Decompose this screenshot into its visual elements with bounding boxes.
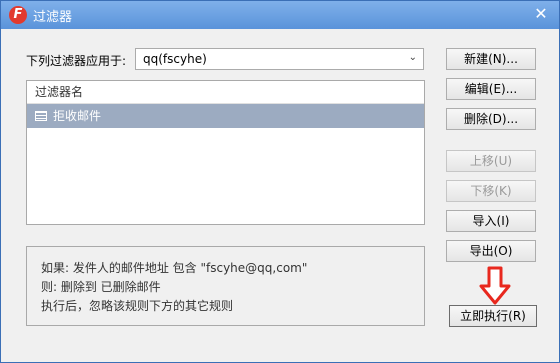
description-note: 执行后，忽略该规则下方的其它规则 [41,299,234,313]
description-action: 则: 删除到 已删除邮件 [41,280,161,294]
edit-button[interactable]: 编辑(E)... [446,78,536,100]
title-bar[interactable]: F 过滤器 ✕ [1,1,559,29]
import-button[interactable]: 导入(I) [446,210,536,232]
chevron-down-icon[interactable]: ⌄ [409,48,417,68]
delete-button[interactable]: 删除(D)... [446,108,536,130]
filter-list[interactable]: 过滤器名 拒收邮件 [26,80,425,225]
filter-dialog: F 过滤器 ✕ 下列过滤器应用于: qq(fscyhe) ⌄ 过滤器名 拒收邮件… [0,0,560,363]
rule-description: 如果: 发件人的邮件地址 包含 "fscyhe@qq,com" 则: 删除到 已… [26,246,425,326]
description-condition: 如果: 发件人的邮件地址 包含 "fscyhe@qq,com" [41,261,308,275]
list-header: 过滤器名 [27,81,424,104]
close-icon[interactable]: ✕ [530,3,552,25]
red-down-arrow-icon [479,266,511,305]
app-logo-icon: F [9,6,27,24]
move-down-button[interactable]: 下移(K) [446,180,536,202]
move-up-button[interactable]: 上移(U) [446,150,536,172]
new-button[interactable]: 新建(N)... [446,48,536,70]
export-button[interactable]: 导出(O) [446,240,536,262]
apply-to-label: 下列过滤器应用于: [26,54,127,68]
account-select[interactable]: qq(fscyhe) ⌄ [135,48,424,70]
execute-now-button[interactable]: 立即执行(R) [449,305,537,327]
filter-rule-icon [35,111,47,121]
window-title: 过滤器 [33,10,73,25]
list-item-label: 拒收邮件 [53,109,102,123]
list-item[interactable]: 拒收邮件 [27,104,424,128]
account-value: qq(fscyhe) [143,52,207,66]
